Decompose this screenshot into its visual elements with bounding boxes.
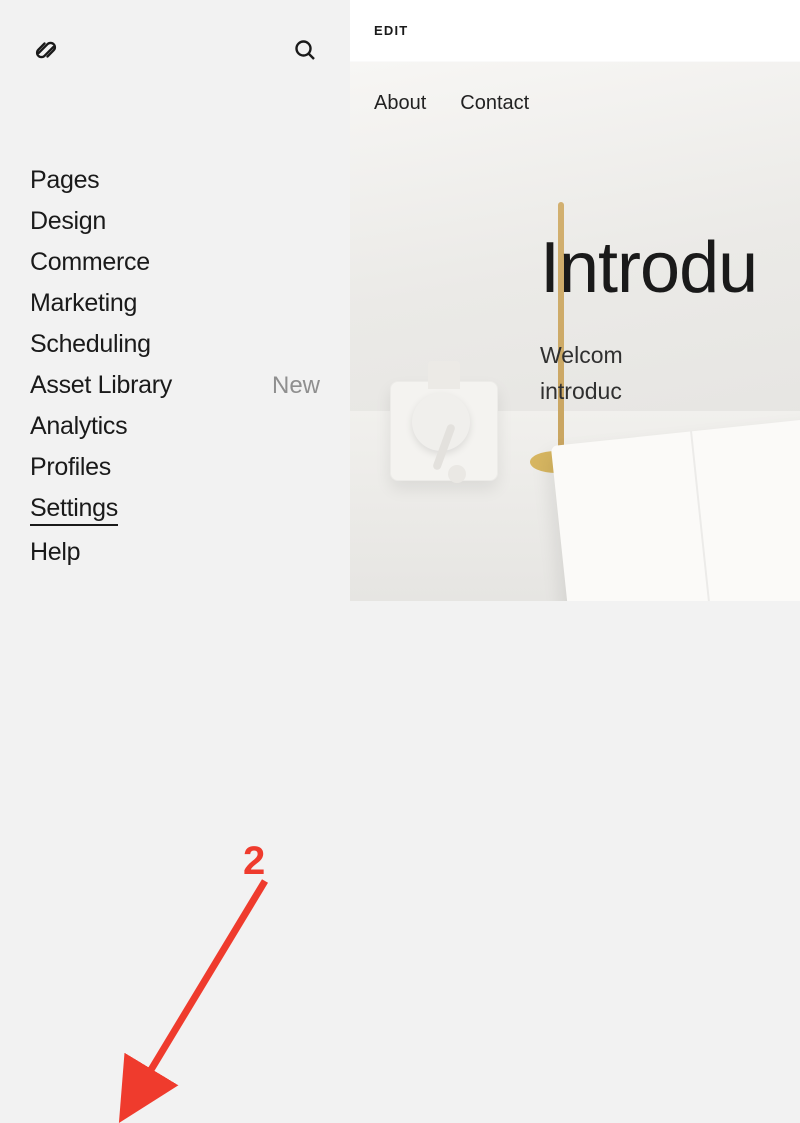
sidebar-item-help[interactable]: Help	[30, 532, 320, 573]
sidebar-item-pages[interactable]: Pages	[30, 160, 320, 201]
hero-subtitle-line: Welcom	[540, 338, 800, 374]
sidebar-item-marketing[interactable]: Marketing	[30, 283, 320, 324]
sidebar-item-label: Profiles	[30, 453, 111, 482]
sidebar-item-label: Settings	[30, 494, 118, 526]
sidebar-nav: Pages Design Commerce Marketing Scheduli…	[0, 100, 350, 573]
site-nav-contact[interactable]: Contact	[460, 92, 529, 115]
sidebar-item-settings[interactable]: Settings	[30, 488, 320, 532]
sidebar: Pages Design Commerce Marketing Scheduli…	[0, 0, 350, 601]
sidebar-item-scheduling[interactable]: Scheduling	[30, 324, 320, 365]
new-badge: New	[272, 372, 320, 400]
sidebar-item-design[interactable]: Design	[30, 201, 320, 242]
search-button[interactable]	[290, 35, 320, 65]
edit-button[interactable]: EDIT	[374, 23, 408, 38]
sidebar-item-label: Help	[30, 538, 80, 567]
hero-section: Introdu Welcom introduc	[540, 232, 800, 409]
annotation-number: 2	[243, 839, 265, 884]
squarespace-logo-icon[interactable]	[30, 34, 62, 66]
sidebar-item-label: Commerce	[30, 248, 150, 277]
site-preview: EDIT About Contact Introdu Welcom introd…	[350, 0, 800, 601]
sidebar-item-profiles[interactable]: Profiles	[30, 447, 320, 488]
sidebar-item-label: Pages	[30, 166, 99, 195]
hero-subtitle: Welcom introduc	[540, 338, 800, 409]
sidebar-header	[0, 0, 350, 100]
site-nav: About Contact	[350, 62, 800, 125]
preview-content[interactable]: About Contact Introdu Welcom introduc	[350, 62, 800, 601]
sidebar-item-analytics[interactable]: Analytics	[30, 406, 320, 447]
sidebar-item-label: Scheduling	[30, 330, 151, 359]
hero-title: Introdu	[540, 232, 800, 304]
annotation-arrow-icon	[115, 863, 285, 1123]
site-nav-about[interactable]: About	[374, 92, 426, 115]
sidebar-item-label: Design	[30, 207, 106, 236]
preview-topbar: EDIT	[350, 0, 800, 62]
sidebar-item-label: Marketing	[30, 289, 137, 318]
sidebar-item-label: Asset Library	[30, 371, 172, 400]
app-root: Pages Design Commerce Marketing Scheduli…	[0, 0, 800, 601]
crank-knob-graphic	[448, 465, 466, 483]
sidebar-item-label: Analytics	[30, 412, 127, 441]
sidebar-item-asset-library[interactable]: Asset Library New	[30, 365, 320, 406]
notebook-graphic	[551, 417, 800, 601]
hero-subtitle-line: introduc	[540, 374, 800, 410]
search-icon	[293, 38, 317, 62]
sidebar-item-commerce[interactable]: Commerce	[30, 242, 320, 283]
